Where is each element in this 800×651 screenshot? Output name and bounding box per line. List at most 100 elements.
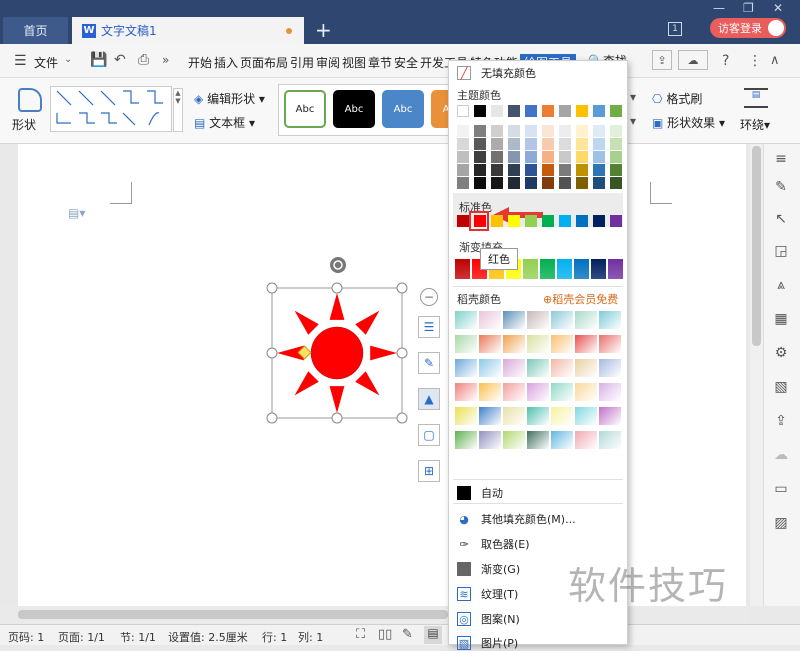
wps-color-17[interactable] — [527, 359, 549, 377]
wps-color-22[interactable] — [479, 383, 501, 401]
texture-option[interactable]: ≋ 纹理(T) — [457, 586, 518, 602]
wps-color-24[interactable] — [527, 383, 549, 401]
wps-color-30[interactable] — [503, 407, 525, 425]
theme-shade-2-3[interactable] — [508, 151, 520, 163]
pattern-option[interactable]: ◎ 图案(N) — [457, 611, 520, 627]
window-count-badge[interactable]: 1 — [668, 22, 682, 36]
standard-color-5[interactable] — [542, 215, 554, 227]
auto-option[interactable]: 自动 — [457, 485, 503, 501]
undo-icon[interactable]: ↶ — [114, 52, 126, 68]
menu-item-2[interactable]: 页面布局 — [240, 54, 288, 71]
theme-shade-3-1[interactable] — [474, 164, 486, 176]
theme-shade-1-9[interactable] — [610, 138, 622, 150]
picture-option[interactable]: ▧ 图片(P) — [457, 635, 518, 651]
format-painter-button[interactable]: ⎔ 格式刷 — [652, 90, 702, 107]
theme-shade-1-1[interactable] — [474, 138, 486, 150]
wps-color-33[interactable] — [575, 407, 597, 425]
wps-color-37[interactable] — [503, 431, 525, 449]
theme-shade-3-5[interactable] — [542, 164, 554, 176]
sidebar-pen-icon[interactable]: ✎ — [772, 178, 790, 196]
theme-shade-4-0[interactable] — [457, 177, 469, 189]
view-fullscreen-icon[interactable]: ⛶ — [356, 627, 365, 642]
wps-color-29[interactable] — [479, 407, 501, 425]
sidebar-expand-icon[interactable]: ≡ — [772, 150, 790, 168]
menu-item-4[interactable]: 审阅 — [316, 54, 340, 71]
wps-color-15[interactable] — [479, 359, 501, 377]
theme-color-9[interactable] — [610, 105, 622, 117]
wps-color-7[interactable] — [455, 335, 477, 353]
sidebar-shape-icon[interactable]: ◲ — [772, 242, 790, 260]
shape-icon[interactable] — [18, 88, 42, 112]
standard-color-6[interactable] — [559, 215, 571, 227]
pen-icon[interactable]: ✎ — [418, 352, 440, 374]
theme-shade-3-4[interactable] — [525, 164, 537, 176]
wps-color-11[interactable] — [551, 335, 573, 353]
shape-gallery-scroll[interactable]: ▲ ▼ — [173, 88, 183, 132]
view-edit-icon[interactable]: ✎ — [402, 627, 413, 642]
wps-color-41[interactable] — [599, 431, 621, 449]
sidebar-style-icon[interactable]: ⩓ — [772, 276, 790, 294]
sun-core[interactable] — [310, 326, 364, 380]
wps-color-4[interactable] — [551, 311, 573, 329]
collapse-tools-icon[interactable]: − — [420, 288, 438, 306]
standard-color-2[interactable] — [491, 215, 503, 227]
theme-shade-4-3[interactable] — [508, 177, 520, 189]
wps-color-35[interactable] — [455, 431, 477, 449]
print-icon[interactable]: ⎙ — [138, 52, 149, 68]
vertical-scrollbar[interactable] — [750, 144, 763, 606]
fill-arrow-icon[interactable]: ▾ — [630, 90, 636, 104]
wps-color-12[interactable] — [575, 335, 597, 353]
shape-more-icon[interactable]: ⊞ — [418, 460, 440, 482]
sidebar-settings-icon[interactable]: ⚙ — [772, 344, 790, 362]
theme-shade-1-7[interactable] — [576, 138, 588, 150]
restore-button[interactable]: ❐ — [743, 1, 754, 15]
wps-color-26[interactable] — [575, 383, 597, 401]
collapse-ribbon-button[interactable]: ∧ — [770, 53, 780, 68]
theme-shade-2-4[interactable] — [525, 151, 537, 163]
theme-shade-0-1[interactable] — [474, 125, 486, 137]
gradient-color-5[interactable] — [540, 259, 555, 279]
sidebar-image-icon[interactable]: ▧ — [772, 378, 790, 396]
theme-shade-3-3[interactable] — [508, 164, 520, 176]
theme-shade-0-3[interactable] — [508, 125, 520, 137]
menu-item-5[interactable]: 视图 — [342, 54, 366, 71]
tab-document[interactable]: W 文字文稿1 — [72, 17, 304, 44]
theme-shade-0-7[interactable] — [576, 125, 588, 137]
status-section[interactable]: 节: 1/1 — [120, 629, 156, 645]
wps-color-2[interactable] — [503, 311, 525, 329]
theme-color-7[interactable] — [576, 105, 588, 117]
theme-color-2[interactable] — [491, 105, 503, 117]
status-page-no[interactable]: 页码: 1 — [8, 629, 44, 645]
wps-color-3[interactable] — [527, 311, 549, 329]
outline-arrow-icon[interactable]: ▾ — [630, 114, 636, 128]
gradient-color-6[interactable] — [557, 259, 572, 279]
cloud-icon[interactable]: ☁ — [678, 50, 708, 70]
view-page-icon[interactable]: ▤ — [424, 626, 442, 644]
wrap-icon[interactable]: ▤ — [744, 88, 768, 108]
new-tab-button[interactable]: + — [315, 18, 332, 42]
theme-shade-2-7[interactable] — [576, 151, 588, 163]
wps-color-1[interactable] — [479, 311, 501, 329]
theme-shade-4-1[interactable] — [474, 177, 486, 189]
sun-ray-3[interactable] — [355, 371, 380, 396]
theme-shade-3-6[interactable] — [559, 164, 571, 176]
theme-shade-0-6[interactable] — [559, 125, 571, 137]
theme-shade-0-0[interactable] — [457, 125, 469, 137]
shape-style-1[interactable]: Abc — [333, 90, 375, 128]
more-chevron-icon[interactable]: » — [162, 53, 169, 67]
theme-color-0[interactable] — [457, 105, 469, 117]
theme-color-8[interactable] — [593, 105, 605, 117]
theme-color-1[interactable] — [474, 105, 486, 117]
chevron-down-icon[interactable]: ⌄ — [64, 54, 72, 65]
sidebar-cloud-icon[interactable]: ☁ — [772, 446, 790, 464]
fill-bucket-icon[interactable]: ▲ — [418, 388, 440, 410]
theme-shade-3-2[interactable] — [491, 164, 503, 176]
theme-shade-2-5[interactable] — [542, 151, 554, 163]
theme-shade-4-2[interactable] — [491, 177, 503, 189]
wps-color-13[interactable] — [599, 335, 621, 353]
sidebar-table-icon[interactable]: ▦ — [772, 310, 790, 328]
theme-color-6[interactable] — [559, 105, 571, 117]
theme-shade-2-8[interactable] — [593, 151, 605, 163]
sun-ray-1[interactable] — [355, 310, 380, 335]
wps-color-27[interactable] — [599, 383, 621, 401]
